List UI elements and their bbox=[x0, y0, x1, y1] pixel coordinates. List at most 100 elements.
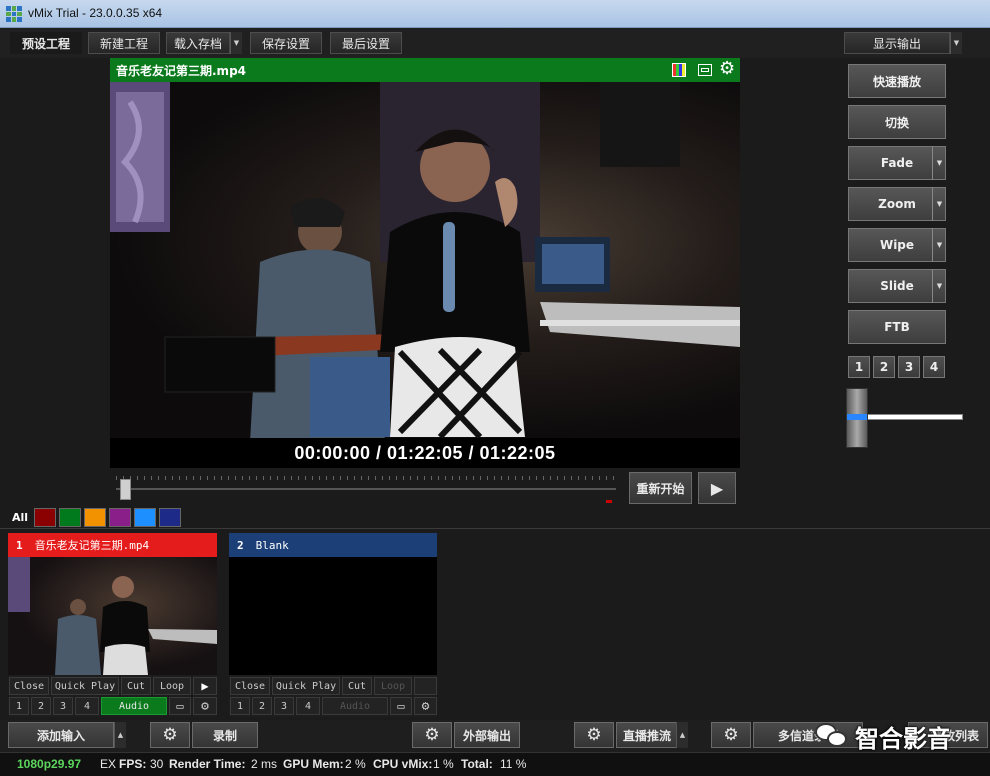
transition-1-button[interactable]: 1 bbox=[848, 356, 870, 378]
input-2-layer-3[interactable]: 3 bbox=[274, 697, 294, 715]
zoom-dropdown-icon[interactable]: ▼ bbox=[932, 187, 946, 221]
input-1-thumbnail[interactable] bbox=[8, 557, 217, 675]
presets-menu[interactable]: 预设工程 bbox=[10, 32, 82, 54]
status-bar: 1080p29.97 EX FPS: 30 Render Time: 2 ms … bbox=[0, 752, 990, 776]
cut-button[interactable]: 切换 bbox=[848, 105, 946, 139]
add-input-dropdown-icon[interactable]: ▲ bbox=[114, 722, 126, 748]
input-1-play-icon[interactable]: ▶ bbox=[193, 677, 217, 695]
transition-3-button[interactable]: 3 bbox=[898, 356, 920, 378]
input-1-layer-2[interactable]: 2 bbox=[31, 697, 51, 715]
input-1-close-button[interactable]: Close bbox=[9, 677, 49, 695]
preview-header: 音乐老友记第三期.mp4 ⚙ bbox=[110, 58, 740, 82]
seek-track[interactable] bbox=[116, 488, 616, 490]
input-2-layer-4[interactable]: 4 bbox=[296, 697, 320, 715]
menu-row: 预设工程 新建工程 载入存档 ▼ 保存设置 最后设置 显示输出 ▼ bbox=[0, 28, 990, 58]
wipe-label: Wipe bbox=[879, 238, 915, 252]
quick-play-button[interactable]: 快速播放 bbox=[848, 64, 946, 98]
color-tab-orange[interactable] bbox=[84, 508, 106, 527]
input-2-monitor-icon[interactable]: ▭ bbox=[390, 697, 412, 715]
color-bars-icon[interactable] bbox=[672, 63, 686, 77]
input-1-name: 音乐老友记第三期.mp4 bbox=[34, 539, 150, 552]
slide-dropdown-icon[interactable]: ▼ bbox=[932, 269, 946, 303]
fade-dropdown-icon[interactable]: ▼ bbox=[932, 146, 946, 180]
play-icon[interactable]: ▶ bbox=[698, 472, 736, 504]
input-1-gear-icon[interactable]: ⚙ bbox=[193, 697, 217, 715]
input-2-blank-slot bbox=[414, 677, 437, 695]
input-2-gear-icon[interactable]: ⚙ bbox=[414, 697, 437, 715]
input-2-number: 2 bbox=[237, 538, 244, 552]
preview-video[interactable] bbox=[110, 82, 740, 438]
input-1-cut-button[interactable]: Cut bbox=[121, 677, 151, 695]
timecode-display: 00:00:00 / 01:22:05 / 01:22:05 bbox=[110, 438, 740, 468]
external-settings-gear-icon[interactable]: ⚙ bbox=[412, 722, 452, 748]
input-1-audio-button[interactable]: Audio bbox=[101, 697, 167, 715]
display-output-button[interactable]: 显示输出 bbox=[844, 32, 950, 54]
input-2-layer-1[interactable]: 1 bbox=[230, 697, 250, 715]
input-1-monitor-icon[interactable]: ▭ bbox=[169, 697, 191, 715]
status-fps-label: FPS: bbox=[119, 757, 147, 771]
record-settings-gear-icon[interactable]: ⚙ bbox=[150, 722, 190, 748]
status-total: 11 % bbox=[500, 757, 527, 771]
display-output-dropdown-icon[interactable]: ▼ bbox=[950, 32, 962, 54]
wechat-icon bbox=[815, 721, 851, 751]
open-button[interactable]: 载入存档 bbox=[166, 32, 230, 54]
color-tab-red[interactable] bbox=[34, 508, 56, 527]
slide-label: Slide bbox=[880, 279, 914, 293]
color-tab-purple[interactable] bbox=[109, 508, 131, 527]
input-1-layer-1[interactable]: 1 bbox=[9, 697, 29, 715]
input-1-number: 1 bbox=[16, 538, 23, 552]
color-tab-navy[interactable] bbox=[159, 508, 181, 527]
transition-4-button[interactable]: 4 bbox=[923, 356, 945, 378]
open-dropdown-icon[interactable]: ▼ bbox=[230, 32, 242, 54]
status-gpu-label: GPU Mem: bbox=[283, 757, 344, 771]
preview-title: 音乐老友记第三期.mp4 bbox=[116, 64, 247, 78]
input-1-layer-4[interactable]: 4 bbox=[75, 697, 99, 715]
ftb-button[interactable]: FTB bbox=[848, 310, 946, 344]
input-2-quick-play-button[interactable]: Quick Play bbox=[272, 677, 340, 695]
stream-dropdown-icon[interactable]: ▲ bbox=[676, 722, 688, 748]
seek-handle[interactable] bbox=[120, 479, 131, 500]
restart-button[interactable]: 重新开始 bbox=[629, 472, 692, 504]
input-1-thumbnail-image bbox=[8, 557, 217, 675]
multicorder-settings-gear-icon[interactable]: ⚙ bbox=[711, 722, 751, 748]
input-1-layer-3[interactable]: 3 bbox=[53, 697, 73, 715]
stream-button[interactable]: 直播推流 bbox=[616, 722, 678, 748]
save-button[interactable]: 保存设置 bbox=[250, 32, 322, 54]
wipe-dropdown-icon[interactable]: ▼ bbox=[932, 228, 946, 262]
window-icon[interactable] bbox=[698, 64, 712, 76]
input-2-loop-button[interactable]: Loop bbox=[374, 677, 412, 695]
input-1-loop-button[interactable]: Loop bbox=[153, 677, 191, 695]
t-bar-track[interactable] bbox=[866, 414, 963, 420]
color-tab-green[interactable] bbox=[59, 508, 81, 527]
concert-scene-image bbox=[110, 82, 740, 438]
watermark: 智合影音 bbox=[815, 718, 990, 754]
zoom-label: Zoom bbox=[878, 197, 916, 211]
external-output-button[interactable]: 外部输出 bbox=[454, 722, 520, 748]
color-tab-blue[interactable] bbox=[134, 508, 156, 527]
transition-2-button[interactable]: 2 bbox=[873, 356, 895, 378]
input-2-audio-button[interactable]: Audio bbox=[322, 697, 388, 715]
status-render: 2 ms bbox=[251, 757, 278, 771]
status-gpu: 2 % bbox=[345, 757, 366, 771]
input-2-header[interactable]: 2 Blank bbox=[229, 533, 437, 557]
all-tab[interactable]: All bbox=[9, 508, 31, 527]
fade-label: Fade bbox=[880, 156, 914, 170]
stream-settings-gear-icon[interactable]: ⚙ bbox=[574, 722, 614, 748]
settings-gear-icon[interactable]: ⚙ bbox=[719, 59, 735, 79]
input-2-cut-button[interactable]: Cut bbox=[342, 677, 372, 695]
status-render-label: Render Time: bbox=[169, 757, 246, 771]
input-1-header[interactable]: 1 音乐老友记第三期.mp4 bbox=[8, 533, 217, 557]
t-bar-handle[interactable] bbox=[846, 388, 868, 448]
input-1-quick-play-button[interactable]: Quick Play bbox=[51, 677, 119, 695]
input-2-close-button[interactable]: Close bbox=[230, 677, 270, 695]
last-settings-button[interactable]: 最后设置 bbox=[330, 32, 402, 54]
new-project-button[interactable]: 新建工程 bbox=[88, 32, 160, 54]
record-button[interactable]: 录制 bbox=[192, 722, 258, 748]
input-2-layer-2[interactable]: 2 bbox=[252, 697, 272, 715]
input-2-thumbnail[interactable] bbox=[229, 557, 437, 675]
status-total-label: Total: bbox=[461, 757, 493, 771]
add-input-button[interactable]: 添加输入 bbox=[8, 722, 114, 748]
status-cpu-label: CPU vMix: bbox=[373, 757, 433, 771]
status-cpu: 1 % bbox=[433, 757, 454, 771]
watermark-text: 智合影音 bbox=[855, 724, 951, 753]
